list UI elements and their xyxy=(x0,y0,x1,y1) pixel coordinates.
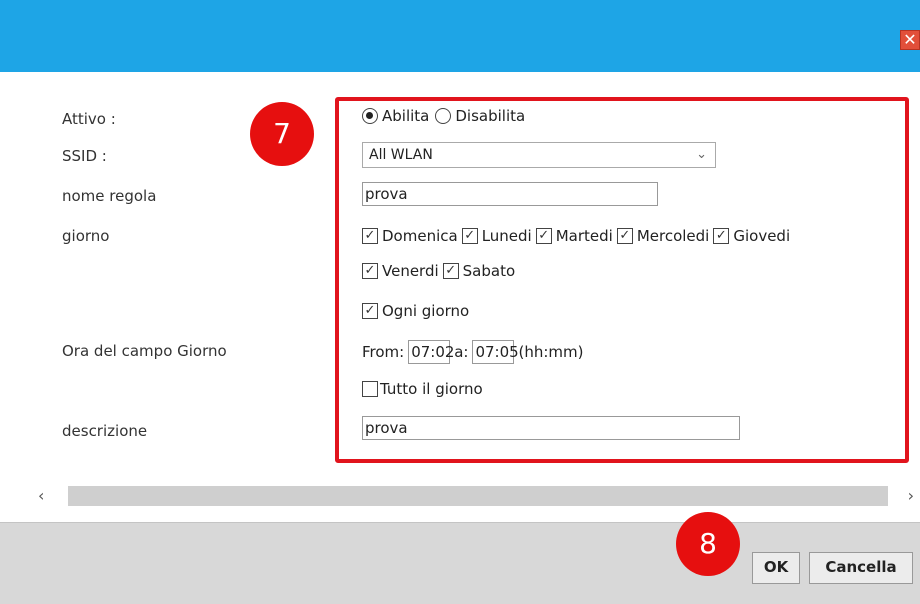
nome-regola-input[interactable]: prova xyxy=(362,182,658,206)
descrizione-input[interactable]: prova xyxy=(362,416,740,440)
checkbox-mercoledi[interactable]: ✓ xyxy=(616,228,633,244)
close-x-icon[interactable]: ✕ xyxy=(900,30,920,50)
time-from-label: From: xyxy=(362,343,405,361)
day-venerdi-label: Venerdi xyxy=(382,262,439,280)
time-row: From: 07:02 a: 07:05 (hh:mm) xyxy=(362,340,583,364)
day-domenica-label: Domenica xyxy=(382,227,458,245)
time-format-hint: (hh:mm) xyxy=(518,343,584,361)
days-row-2: ✓ Venerdi ✓ Sabato xyxy=(362,262,519,280)
label-attivo: Attivo : xyxy=(62,110,116,128)
ogni-giorno-row[interactable]: ✓ Ogni giorno xyxy=(362,302,469,320)
ok-button[interactable]: OK xyxy=(752,552,800,584)
day-domenica[interactable]: ✓ Domenica xyxy=(362,227,458,245)
checkbox-venerdi[interactable]: ✓ xyxy=(362,263,378,279)
day-sabato[interactable]: ✓ Sabato xyxy=(442,262,516,280)
tutto-il-giorno-row[interactable]: Tutto il giorno xyxy=(362,380,483,398)
day-venerdi[interactable]: ✓ Venerdi xyxy=(362,262,439,280)
label-ora: Ora del campo Giorno xyxy=(62,342,227,360)
label-nome-regola: nome regola xyxy=(62,187,157,205)
radio-disabilita[interactable] xyxy=(435,108,452,124)
radio-disabilita-label: Disabilita xyxy=(455,107,526,125)
day-martedi[interactable]: ✓ Martedi xyxy=(535,227,613,245)
day-giovedi-label: Giovedi xyxy=(733,227,791,245)
day-lunedi[interactable]: ✓ Lunedi xyxy=(461,227,532,245)
radio-abilita-label: Abilita xyxy=(382,107,430,125)
checkbox-domenica[interactable]: ✓ xyxy=(362,228,378,244)
day-lunedi-label: Lunedi xyxy=(481,227,532,245)
annotation-badge-8: 8 xyxy=(676,512,740,576)
day-giovedi[interactable]: ✓ Giovedi xyxy=(713,227,790,245)
time-from-input[interactable]: 07:02 xyxy=(408,340,454,364)
ogni-giorno-label: Ogni giorno xyxy=(382,302,470,320)
cancel-button[interactable]: Cancella xyxy=(809,552,913,584)
day-mercoledi[interactable]: ✓ Mercoledi xyxy=(616,227,710,245)
time-to-label: a: xyxy=(454,343,469,361)
label-ssid: SSID : xyxy=(62,147,107,165)
annotation-badge-7: 7 xyxy=(250,102,314,166)
chevron-down-icon: ⌄ xyxy=(696,147,707,162)
checkbox-ogni-giorno[interactable]: ✓ xyxy=(362,303,378,319)
descrizione-value: prova xyxy=(365,419,408,437)
radio-abilita[interactable] xyxy=(362,108,378,124)
day-mercoledi-label: Mercoledi xyxy=(636,227,710,245)
day-sabato-label: Sabato xyxy=(462,262,516,280)
checkbox-giovedi[interactable]: ✓ xyxy=(713,228,730,244)
status-radio-group: Abilita Disabilita xyxy=(362,107,525,125)
time-to-input[interactable]: 07:05 xyxy=(472,340,519,364)
tutto-il-giorno-label: Tutto il giorno xyxy=(380,380,483,398)
checkbox-sabato[interactable]: ✓ xyxy=(442,263,459,279)
checkbox-lunedi[interactable]: ✓ xyxy=(461,228,478,244)
label-descrizione: descrizione xyxy=(62,422,148,440)
ssid-selected-value: All WLAN xyxy=(369,147,433,163)
scroll-right-icon[interactable]: › xyxy=(908,486,914,506)
days-row-1: ✓ Domenica ✓ Lunedi ✓ Martedi ✓ Mercoled… xyxy=(362,227,794,245)
checkbox-martedi[interactable]: ✓ xyxy=(535,228,552,244)
horizontal-scrollbar[interactable]: ‹ › xyxy=(38,486,914,506)
ssid-select[interactable]: All WLAN ⌄ xyxy=(362,142,716,168)
label-giorno: giorno xyxy=(62,227,110,245)
checkbox-tutto-il-giorno[interactable] xyxy=(362,381,378,397)
dialog-titlebar: ✕ xyxy=(0,0,920,72)
scrollbar-track[interactable] xyxy=(68,486,888,506)
scroll-left-icon[interactable]: ‹ xyxy=(38,486,44,506)
day-martedi-label: Martedi xyxy=(555,227,613,245)
nome-regola-value: prova xyxy=(365,185,408,203)
